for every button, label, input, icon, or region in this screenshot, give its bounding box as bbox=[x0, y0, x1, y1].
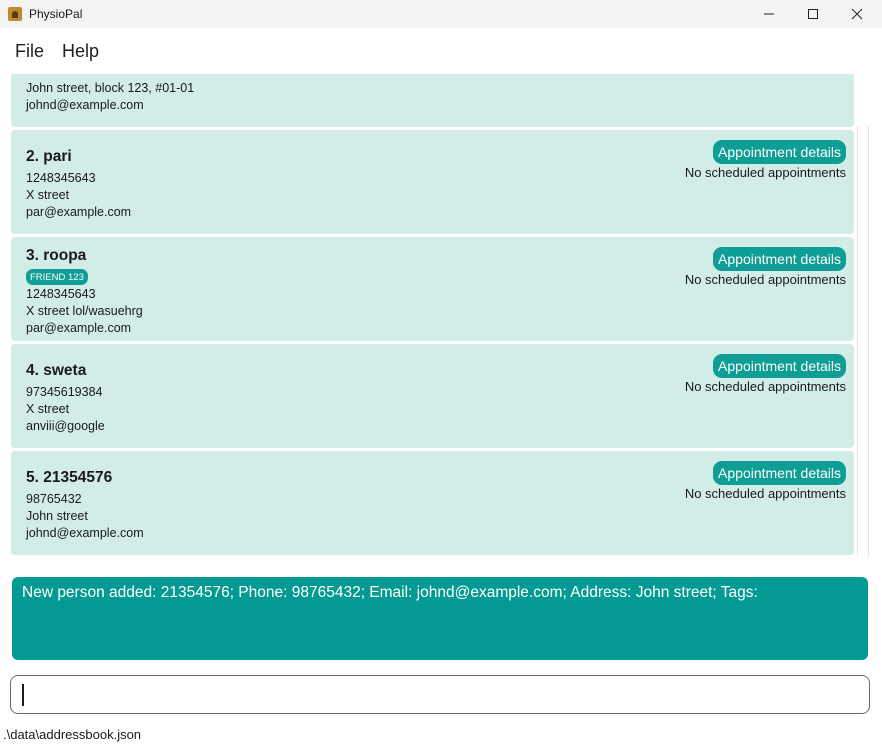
appointment-status: No scheduled appointments bbox=[684, 272, 846, 287]
person-email: par@example.com bbox=[26, 321, 132, 335]
person-address: X street lol/wasuehrg bbox=[26, 304, 143, 318]
close-button[interactable] bbox=[834, 0, 880, 28]
person-phone: 97345619384 bbox=[26, 385, 103, 399]
person-name: 4. sweta bbox=[26, 362, 87, 379]
person-address: X street bbox=[26, 188, 70, 202]
person-card[interactable]: 3. roopa FRIEND 123 1248345643 X street … bbox=[11, 237, 854, 341]
person-phone: 1248345643 bbox=[26, 171, 96, 185]
app-icon bbox=[8, 7, 22, 21]
minimize-button[interactable] bbox=[746, 0, 792, 28]
person-address: John street, block 123, #01-01 bbox=[26, 81, 195, 95]
person-card[interactable]: 5. 21354576 98765432 John street johnd@e… bbox=[11, 451, 854, 555]
person-email: johnd@example.com bbox=[26, 98, 144, 112]
person-name: 3. roopa bbox=[26, 247, 87, 264]
person-email: par@example.com bbox=[26, 205, 132, 219]
text-caret bbox=[22, 684, 24, 706]
menu-file[interactable]: File bbox=[6, 41, 53, 62]
result-text: New person added: 21354576; Phone: 98765… bbox=[22, 584, 758, 601]
command-input[interactable] bbox=[10, 675, 870, 714]
person-card[interactable]: 2. pari 1248345643 X street par@example.… bbox=[11, 130, 854, 234]
close-icon bbox=[851, 8, 863, 20]
menu-bar: File Help bbox=[0, 28, 882, 74]
person-card[interactable]: 98765432 John street, block 123, #01-01 … bbox=[11, 74, 854, 127]
tag-badge: FRIEND 123 bbox=[26, 269, 88, 285]
minimize-icon bbox=[764, 13, 774, 15]
appointment-details-button[interactable]: Appointment details bbox=[713, 461, 846, 485]
appointment-status: No scheduled appointments bbox=[684, 165, 846, 180]
person-email: anviii@google bbox=[26, 419, 105, 433]
window-title: PhysioPal bbox=[29, 7, 83, 21]
person-phone: 98765432 bbox=[26, 74, 82, 76]
appointment-status: No scheduled appointments bbox=[684, 486, 846, 501]
person-address: X street bbox=[26, 402, 70, 416]
maximize-button[interactable] bbox=[790, 0, 836, 28]
appointment-details-button[interactable]: Appointment details bbox=[713, 247, 846, 271]
result-display: New person added: 21354576; Phone: 98765… bbox=[12, 577, 868, 660]
person-name: 5. 21354576 bbox=[26, 469, 113, 486]
person-name: 2. pari bbox=[26, 148, 72, 165]
person-phone: 98765432 bbox=[26, 492, 82, 506]
save-location: .\data\addressbook.json bbox=[3, 727, 142, 742]
person-email: johnd@example.com bbox=[26, 526, 144, 540]
person-list[interactable]: 98765432 John street, block 123, #01-01 … bbox=[0, 74, 882, 560]
person-phone: 1248345643 bbox=[26, 287, 96, 301]
status-bar: .\data\addressbook.json bbox=[3, 727, 141, 742]
person-card[interactable]: 4. sweta 97345619384 X street anviii@goo… bbox=[11, 344, 854, 448]
list-scrollbar[interactable] bbox=[857, 126, 869, 556]
appointment-status: No scheduled appointments bbox=[684, 379, 846, 394]
maximize-icon bbox=[808, 9, 818, 19]
person-address: John street bbox=[26, 509, 88, 523]
appointment-details-button[interactable]: Appointment details bbox=[713, 140, 846, 164]
title-bar: PhysioPal bbox=[0, 0, 882, 28]
menu-help[interactable]: Help bbox=[53, 41, 108, 62]
appointment-details-button[interactable]: Appointment details bbox=[713, 354, 846, 378]
